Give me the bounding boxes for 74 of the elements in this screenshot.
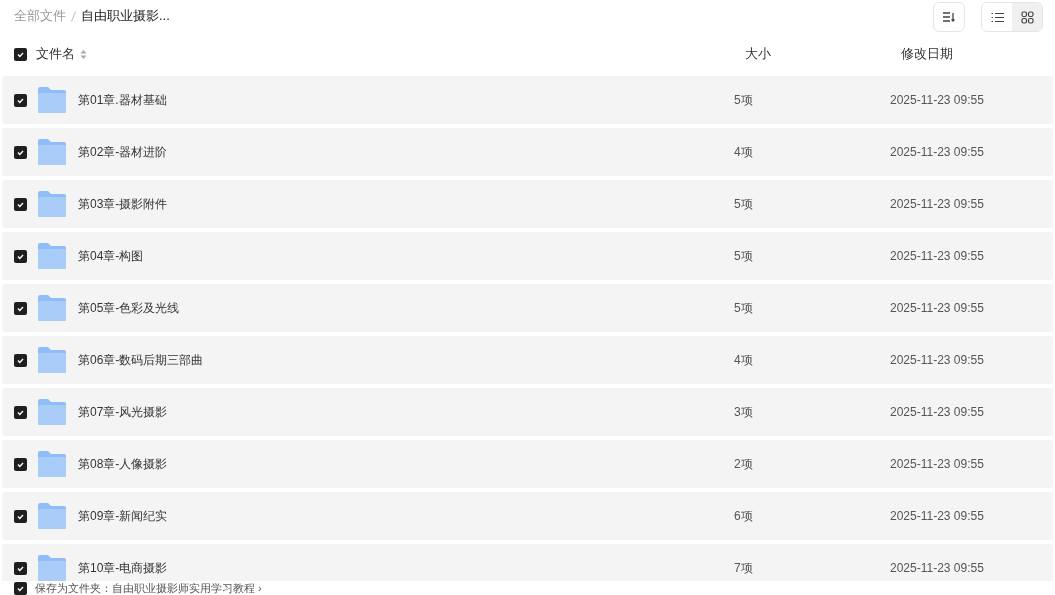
folder-icon	[37, 86, 67, 114]
item-count: 4项	[734, 145, 753, 159]
checkbox[interactable]	[14, 353, 27, 367]
folder-row[interactable]: 第09章-新闻纪实 6项 2025-11-23 09:55	[2, 492, 1053, 540]
folder-row[interactable]: 第08章-人像摄影 2项 2025-11-23 09:55	[2, 440, 1053, 488]
folder-row[interactable]: 第01章.器材基础 5项 2025-11-23 09:55	[2, 76, 1053, 124]
item-count: 5项	[734, 249, 753, 263]
column-header[interactable]: 修改日期	[901, 46, 953, 62]
file-name[interactable]: 第01章.器材基础	[78, 93, 167, 107]
item-count: 7项	[734, 561, 753, 575]
grid-view-button[interactable]	[1012, 3, 1042, 31]
folder-row[interactable]: 第06章-数码后期三部曲 4项 2025-11-23 09:55	[2, 336, 1053, 384]
file-name[interactable]: 第03章-摄影附件	[78, 197, 168, 211]
folder-row[interactable]: 第05章-色彩及光线 5项 2025-11-23 09:55	[2, 284, 1053, 332]
sort-button[interactable]	[933, 2, 965, 32]
checkbox[interactable]	[14, 93, 27, 107]
file-name[interactable]: 第10章-电商摄影	[78, 561, 168, 575]
checkbox[interactable]	[14, 581, 27, 595]
item-count: 6项	[734, 509, 753, 523]
file-name[interactable]: 第06章-数码后期三部曲	[78, 353, 204, 367]
folder-icon	[37, 190, 67, 218]
checkbox[interactable]	[14, 509, 27, 523]
folder-icon	[37, 502, 67, 530]
folder-row[interactable]: 第02章-器材进阶 4项 2025-11-23 09:55	[2, 128, 1053, 176]
item-count: 2项	[734, 457, 753, 471]
item-count: 3项	[734, 405, 753, 419]
file-name[interactable]: 第02章-器材进阶	[78, 145, 168, 159]
file-name[interactable]: 第09章-新闻纪实	[78, 509, 168, 523]
folder-icon	[37, 554, 67, 581]
checkbox[interactable]	[14, 405, 27, 419]
checkbox[interactable]	[14, 561, 27, 575]
item-count: 4项	[734, 353, 753, 367]
modified-date: 2025-11-23 09:55	[890, 405, 984, 419]
folder-icon	[37, 138, 67, 166]
checkbox[interactable]	[14, 197, 27, 211]
folder-row[interactable]: 第10章-电商摄影 7项 2025-11-23 09:55	[2, 544, 1053, 581]
grid-icon	[1020, 10, 1034, 24]
checkbox[interactable]	[14, 301, 27, 315]
folder-row[interactable]: 第03章-摄影附件 5项 2025-11-23 09:55	[2, 180, 1053, 228]
folder-row[interactable]: 第04章-构图 5项 2025-11-23 09:55	[2, 232, 1053, 280]
folder-icon	[37, 242, 67, 270]
checkbox[interactable]	[14, 249, 27, 263]
item-count: 5项	[734, 197, 753, 211]
sort-icon	[942, 11, 956, 23]
modified-date: 2025-11-23 09:55	[890, 301, 984, 315]
list-icon	[990, 11, 1004, 23]
checkbox[interactable]	[14, 145, 27, 159]
modified-date: 2025-11-23 09:55	[890, 561, 984, 575]
checkbox[interactable]	[14, 457, 27, 471]
modified-date: 2025-11-23 09:55	[890, 353, 984, 367]
file-name[interactable]: 第05章-色彩及光线	[78, 301, 180, 315]
save-folder-link[interactable]: 保存为文件夹：自由职业摄影师实用学习教程 ›	[35, 582, 262, 594]
item-count: 5项	[734, 93, 753, 107]
file-name[interactable]: 第04章-构图	[78, 249, 144, 263]
breadcrumb-item[interactable]: 自由职业摄影...	[81, 6, 170, 26]
checkbox[interactable]	[14, 47, 27, 61]
breadcrumb-separator	[71, 10, 76, 22]
column-header[interactable]: 大小	[745, 46, 771, 62]
file-name[interactable]: 第07章-风光摄影	[78, 405, 168, 419]
modified-date: 2025-11-23 09:55	[890, 145, 984, 159]
folder-icon	[37, 294, 67, 322]
folder-icon	[37, 346, 67, 374]
item-count: 5项	[734, 301, 753, 315]
modified-date: 2025-11-23 09:55	[890, 457, 984, 471]
modified-date: 2025-11-23 09:55	[890, 197, 984, 211]
file-name[interactable]: 第08章-人像摄影	[78, 457, 168, 471]
sort-toggle-icon[interactable]	[80, 48, 87, 60]
column-header[interactable]: 文件名	[36, 44, 75, 64]
folder-icon	[37, 398, 67, 426]
folder-icon	[37, 450, 67, 478]
modified-date: 2025-11-23 09:55	[890, 509, 984, 523]
modified-date: 2025-11-23 09:55	[890, 93, 984, 107]
modified-date: 2025-11-23 09:55	[890, 249, 984, 263]
folder-row[interactable]: 第07章-风光摄影 3项 2025-11-23 09:55	[2, 388, 1053, 436]
